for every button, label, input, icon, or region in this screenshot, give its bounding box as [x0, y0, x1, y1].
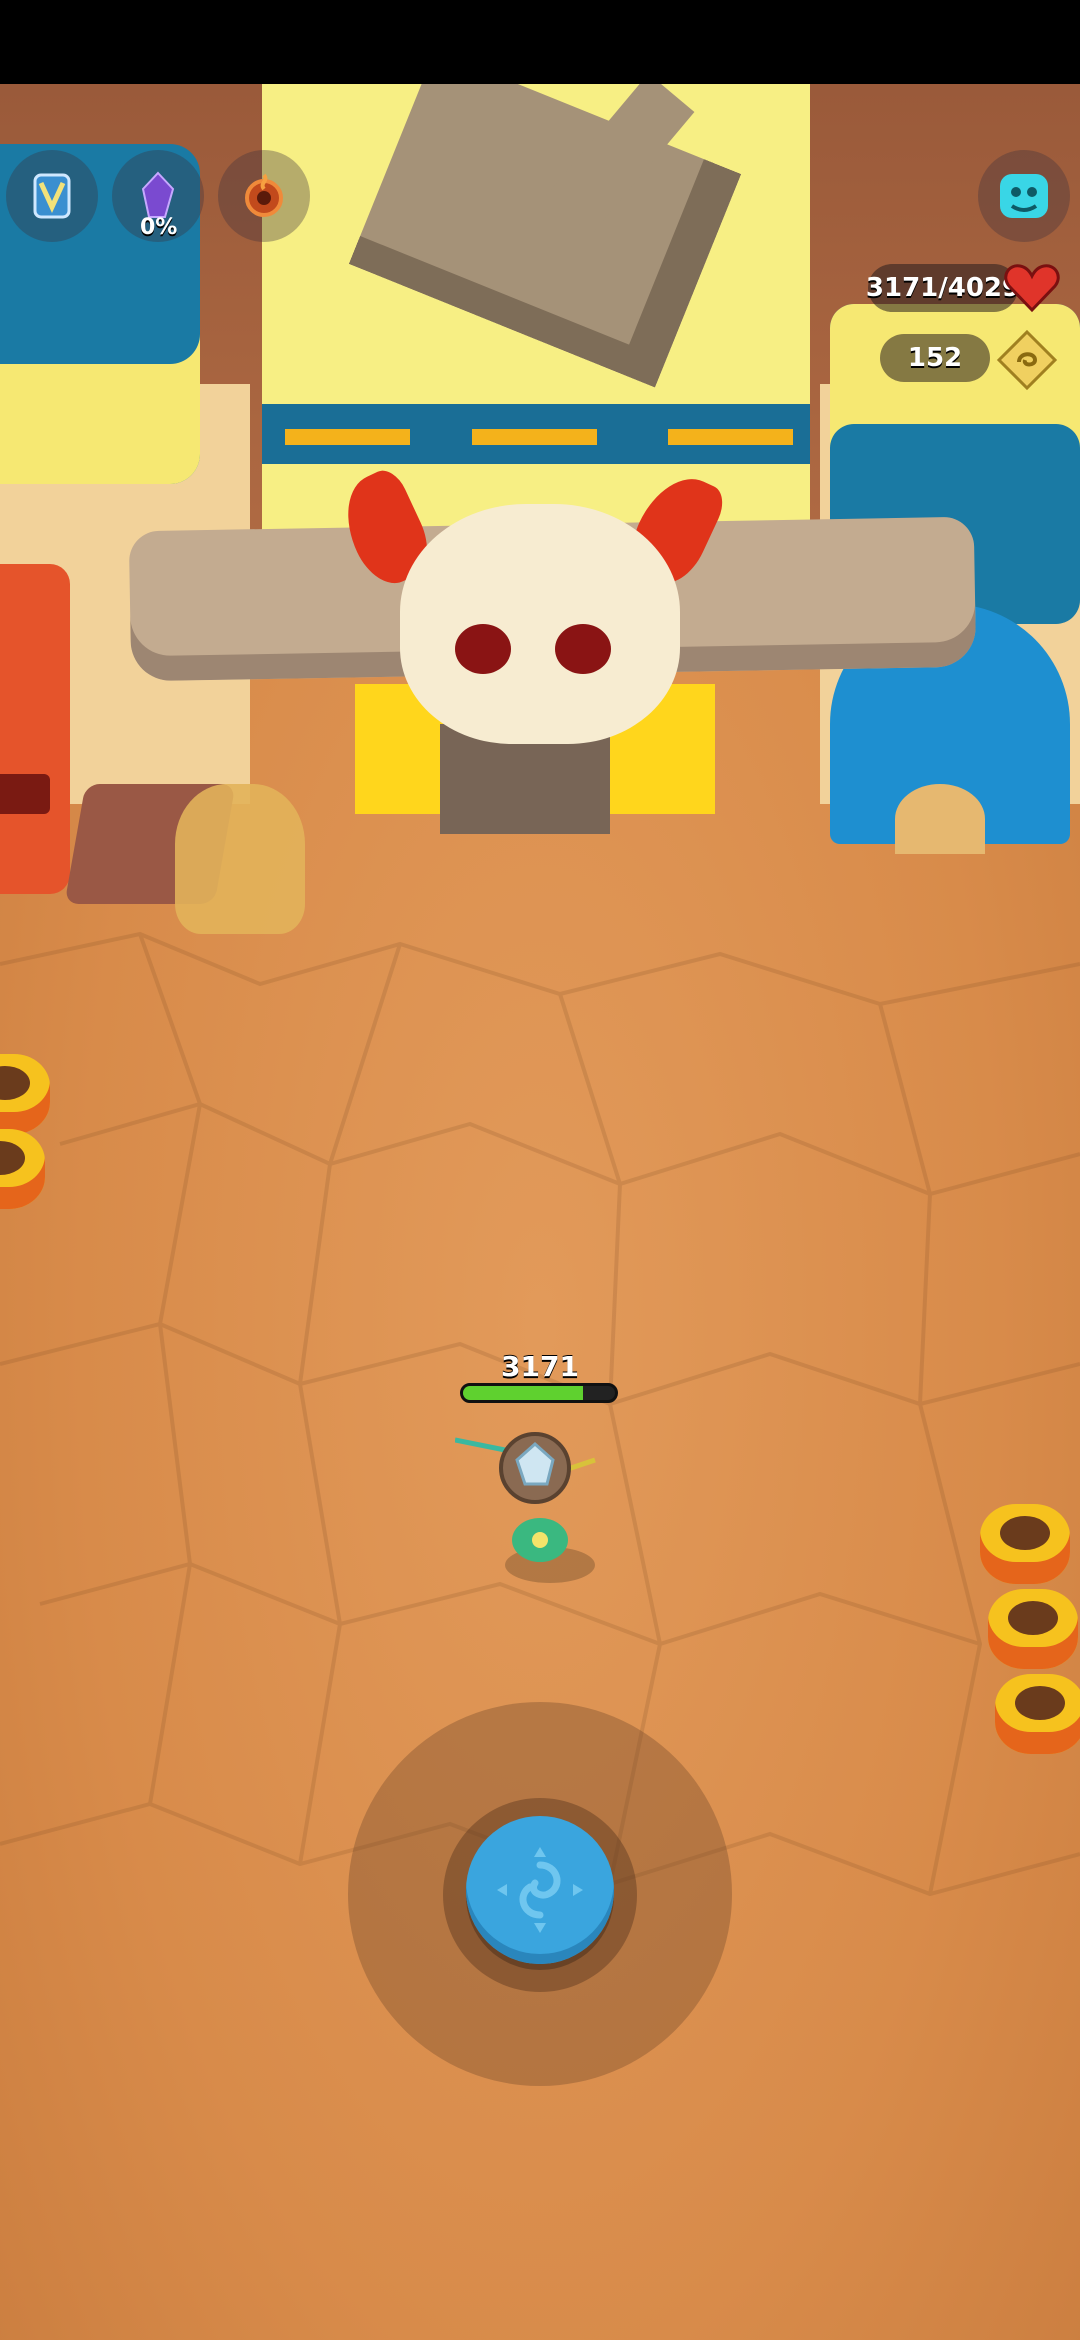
totem-mouth: [0, 774, 50, 814]
temple-dash: [285, 429, 410, 445]
cyan-creature-icon: [1000, 174, 1048, 218]
player-hp-fill: [463, 1386, 584, 1400]
breakable-barrel[interactable]: [988, 1589, 1078, 1669]
joystick-knob[interactable]: [466, 1816, 614, 1964]
status-bar: [0, 0, 1080, 84]
heart-icon: [1004, 264, 1060, 313]
dry-grass: [175, 784, 305, 934]
health-counter: 3171/4029: [866, 264, 1020, 312]
bull-skull: [400, 504, 680, 744]
map-banner-icon: [33, 173, 71, 219]
player-character: [455, 1432, 596, 1583]
coin-icon: [996, 329, 1058, 391]
player-hp-value: 3171: [501, 1350, 579, 1383]
ability-slot-1[interactable]: [6, 150, 98, 242]
menu-button[interactable]: [978, 150, 1070, 242]
joystick-swirl-icon: [497, 1847, 583, 1933]
tiki-totem: [0, 564, 70, 894]
ground-cracks: [0, 931, 1080, 1897]
breakable-barrel[interactable]: [995, 1674, 1080, 1754]
temple-dash: [472, 429, 597, 445]
skull-eye: [455, 624, 511, 674]
ability-slot-3[interactable]: [218, 150, 310, 242]
arch-opening: [895, 784, 985, 854]
currency-counter: 152: [880, 334, 990, 382]
ability-2-charge: 0%: [140, 215, 178, 240]
temple-dash: [668, 429, 793, 445]
breakable-barrel[interactable]: [980, 1504, 1070, 1584]
fire-ring-icon: [245, 173, 283, 217]
skull-eye: [555, 624, 611, 674]
